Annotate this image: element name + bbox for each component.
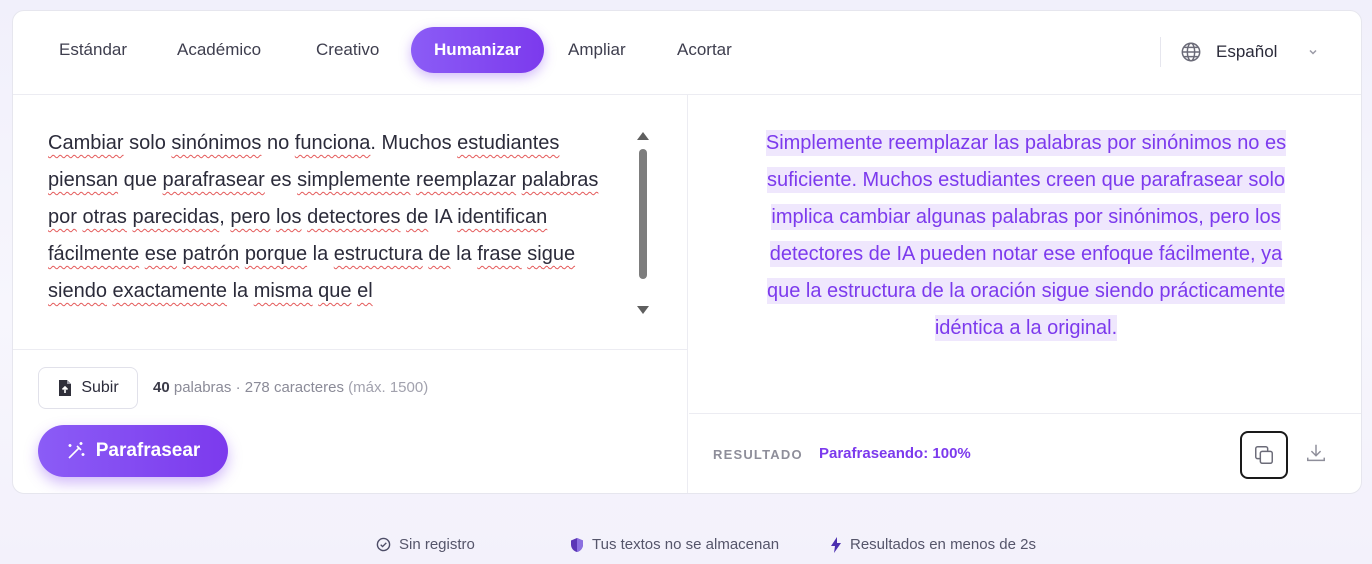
language-label: Español bbox=[1216, 42, 1278, 61]
paraphraser-card: Estándar Académico Creativo Humanizar Am… bbox=[12, 10, 1362, 494]
feature-speed: Resultados en menos de 2s bbox=[830, 536, 1036, 553]
misspelled-word[interactable]: que bbox=[318, 280, 351, 302]
word-char-count: 40 palabras · 278 caracteres (máx. 1500) bbox=[153, 379, 428, 396]
misspelled-word[interactable]: misma bbox=[254, 280, 313, 302]
output-line: suficiente. Muchos estudiantes creen que… bbox=[766, 167, 1286, 193]
scroll-up-arrow[interactable] bbox=[636, 131, 650, 141]
tab-estandar[interactable]: Estándar bbox=[39, 27, 147, 73]
misspelled-word[interactable]: estudiantes bbox=[457, 132, 559, 154]
misspelled-word[interactable]: parafrasear bbox=[163, 169, 265, 191]
misspelled-word[interactable]: simplemente bbox=[297, 169, 410, 191]
misspelled-word[interactable]: de bbox=[428, 243, 450, 265]
misspelled-word[interactable]: patrón bbox=[183, 243, 240, 265]
misspelled-word[interactable]: parecidas bbox=[133, 206, 220, 228]
misspelled-word[interactable]: por bbox=[48, 206, 77, 228]
misspelled-word[interactable]: Cambiar bbox=[48, 132, 124, 154]
misspelled-word[interactable]: siendo bbox=[48, 280, 107, 302]
output-line: que la estructura de la oración sigue si… bbox=[766, 278, 1286, 304]
language-select[interactable]: Español bbox=[1180, 37, 1319, 67]
result-label: RESULTADO bbox=[713, 447, 803, 462]
misspelled-word[interactable]: fácilmente bbox=[48, 243, 139, 265]
misspelled-word[interactable]: los bbox=[276, 206, 302, 228]
misspelled-word[interactable]: reemplazar bbox=[416, 169, 516, 191]
input-panel: Cambiar solo sinónimos no funciona. Much… bbox=[13, 95, 688, 493]
char-count-label: caracteres bbox=[273, 379, 344, 396]
output-line: idéntica a la original. bbox=[934, 315, 1118, 341]
mode-tabs: Estándar Académico Creativo Humanizar Am… bbox=[13, 11, 1361, 95]
output-line: Simplemente reemplazar las palabras por … bbox=[765, 130, 1287, 156]
tab-creativo[interactable]: Creativo bbox=[296, 27, 399, 73]
paraphrase-button[interactable]: Parafrasear bbox=[38, 425, 228, 477]
feature-text: Sin registro bbox=[399, 536, 475, 553]
download-button[interactable] bbox=[1301, 438, 1331, 468]
misspelled-word[interactable]: exactamente bbox=[113, 280, 228, 302]
tab-humanizar[interactable]: Humanizar bbox=[411, 27, 544, 73]
output-text: Simplemente reemplazar las palabras por … bbox=[719, 125, 1333, 355]
misspelled-word[interactable]: funciona bbox=[295, 132, 371, 154]
misspelled-word[interactable]: el bbox=[357, 280, 373, 302]
feature-no-signup: Sin registro bbox=[376, 536, 475, 553]
result-status: Parafraseando: 100% bbox=[819, 445, 971, 462]
tab-ampliar[interactable]: Ampliar bbox=[548, 27, 646, 73]
feature-text: Tus textos no se almacenan bbox=[592, 536, 780, 553]
language-divider bbox=[1160, 37, 1161, 67]
tab-academico[interactable]: Académico bbox=[157, 27, 281, 73]
misspelled-word[interactable]: porque bbox=[245, 243, 307, 265]
globe-icon bbox=[1181, 42, 1201, 62]
misspelled-word[interactable]: otras bbox=[82, 206, 126, 228]
char-limit: (máx. 1500) bbox=[348, 379, 429, 396]
feature-text: Resultados en menos de 2s bbox=[850, 536, 1036, 553]
bolt-icon bbox=[831, 536, 841, 553]
count-separator: · bbox=[235, 379, 241, 396]
scroll-down-arrow[interactable] bbox=[636, 305, 650, 315]
paraphrase-label: Parafrasear bbox=[95, 440, 201, 461]
file-upload-icon bbox=[59, 380, 72, 396]
shield-icon bbox=[571, 537, 583, 552]
feature-privacy: Tus textos no se almacenan bbox=[570, 536, 779, 553]
char-count: 278 bbox=[244, 379, 270, 396]
misspelled-word[interactable]: piensan bbox=[48, 169, 118, 191]
tab-acortar[interactable]: Acortar bbox=[657, 27, 752, 73]
feature-bar: Sin registro Tus textos no se almacenan … bbox=[0, 536, 1372, 558]
word-count-label: palabras bbox=[173, 379, 232, 396]
misspelled-word[interactable]: detectores bbox=[307, 206, 400, 228]
misspelled-word[interactable]: pero bbox=[230, 206, 270, 228]
misspelled-word[interactable]: estructura bbox=[334, 243, 423, 265]
misspelled-word[interactable]: sinónimos bbox=[171, 132, 261, 154]
word-count: 40 bbox=[153, 379, 170, 396]
copy-icon bbox=[1255, 446, 1273, 464]
scrollbar-thumb[interactable] bbox=[639, 149, 647, 279]
magic-wand-icon bbox=[68, 442, 85, 459]
download-icon bbox=[1307, 444, 1325, 462]
misspelled-word[interactable]: palabras bbox=[522, 169, 599, 191]
upload-button[interactable]: Subir bbox=[38, 367, 138, 409]
misspelled-word[interactable]: ese bbox=[145, 243, 177, 265]
input-textarea[interactable]: Cambiar solo sinónimos no funciona. Much… bbox=[48, 125, 628, 315]
output-line: implica cambiar algunas palabras por sin… bbox=[771, 204, 1281, 230]
misspelled-word[interactable]: de bbox=[406, 206, 428, 228]
output-panel: Simplemente reemplazar las palabras por … bbox=[689, 95, 1361, 493]
divider bbox=[13, 349, 688, 350]
misspelled-word[interactable]: sigue bbox=[527, 243, 575, 265]
misspelled-word[interactable]: identifican bbox=[457, 206, 547, 228]
copy-button[interactable] bbox=[1240, 431, 1288, 479]
chevron-down-icon bbox=[1309, 49, 1317, 55]
output-line: detectores de IA pueden notar ese enfoqu… bbox=[769, 241, 1283, 267]
upload-label: Subir bbox=[81, 379, 119, 396]
divider bbox=[689, 413, 1361, 414]
misspelled-word[interactable]: frase bbox=[477, 243, 521, 265]
check-circle-icon bbox=[376, 537, 391, 552]
